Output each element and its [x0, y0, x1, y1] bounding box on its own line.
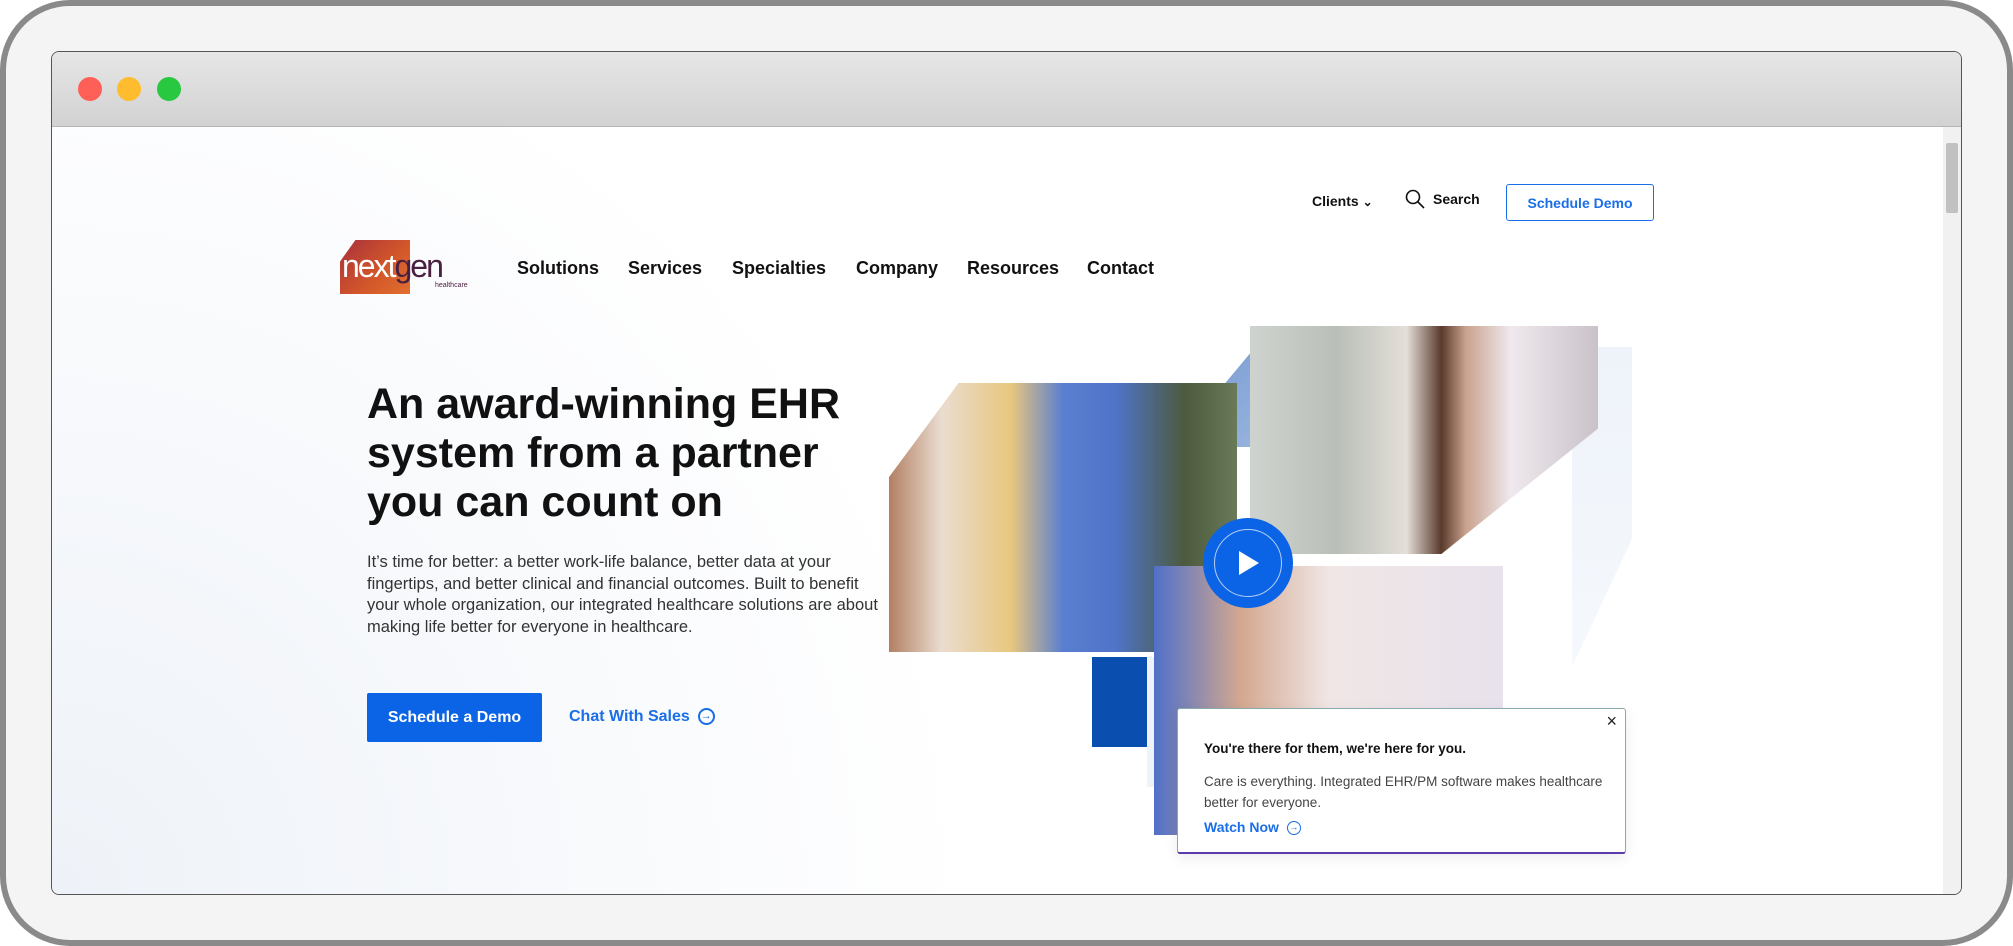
schedule-demo-button[interactable]: Schedule Demo — [1506, 184, 1654, 221]
nav-specialties[interactable]: Specialties — [732, 258, 826, 279]
card-body: Care is everything. Integrated EHR/PM so… — [1204, 774, 1603, 810]
maximize-window-button[interactable] — [157, 77, 181, 101]
page: Clients ⌄ Search Schedule Demo nextgen h… — [52, 127, 1943, 894]
arrow-right-circle-icon: → — [697, 708, 715, 726]
close-card-button[interactable]: × — [1606, 711, 1617, 732]
minimize-window-button[interactable] — [117, 77, 141, 101]
schedule-a-demo-button[interactable]: Schedule a Demo — [367, 693, 542, 742]
nav-resources[interactable]: Resources — [967, 258, 1059, 279]
search-label: Search — [1433, 191, 1480, 207]
scrollbar-thumb[interactable] — [1946, 143, 1958, 213]
chat-with-sales-link[interactable]: Chat With Sales → — [569, 708, 715, 726]
close-window-button[interactable] — [78, 77, 102, 101]
card-title: You're there for them, we're here for yo… — [1204, 741, 1466, 756]
chat-with-sales-label: Chat With Sales — [569, 708, 690, 725]
search-button[interactable]: Search — [1405, 189, 1480, 209]
watch-now-label: Watch Now — [1204, 819, 1279, 835]
nav-solutions[interactable]: Solutions — [517, 258, 599, 279]
nav-company[interactable]: Company — [856, 258, 938, 279]
nextgen-logo[interactable]: nextgen healthcare — [340, 240, 474, 294]
title-bar — [52, 52, 1961, 127]
scrollbar[interactable] — [1943, 127, 1961, 894]
chevron-down-icon: ⌄ — [1362, 195, 1373, 209]
hero-title: An award-winning EHR system from a partn… — [367, 380, 840, 526]
clients-menu[interactable]: Clients ⌄ — [1312, 193, 1373, 209]
play-icon — [1239, 551, 1259, 575]
nav-services[interactable]: Services — [628, 258, 702, 279]
clients-label: Clients — [1312, 193, 1359, 209]
hero-body: It’s time for better: a better work-life… — [367, 553, 878, 636]
play-video-button[interactable] — [1203, 518, 1293, 608]
search-icon — [1405, 189, 1425, 209]
video-promo-card: × You're there for them, we're here for … — [1177, 708, 1626, 854]
watch-now-link[interactable]: Watch Now → — [1204, 819, 1301, 836]
arrow-right-circle-icon: → — [1286, 821, 1301, 836]
browser-window: Clients ⌄ Search Schedule Demo nextgen h… — [51, 51, 1962, 895]
nav-contact[interactable]: Contact — [1087, 258, 1154, 279]
